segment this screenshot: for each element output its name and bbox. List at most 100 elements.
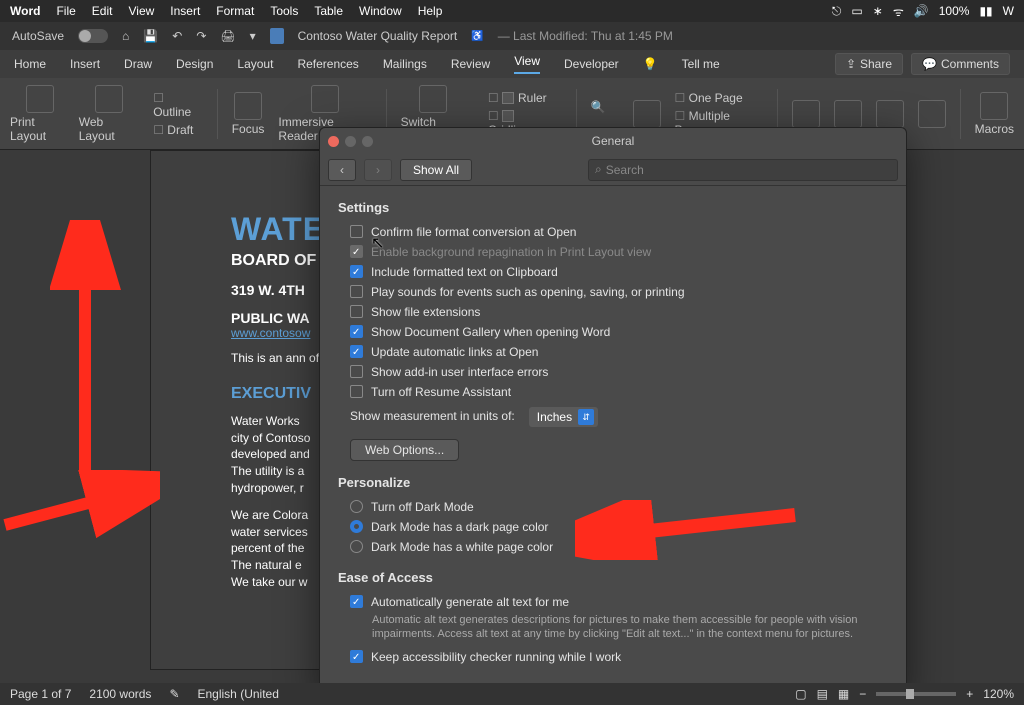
units-select[interactable]: Inches⇵ — [529, 407, 598, 427]
annotation-arrow-right-1 — [0, 470, 160, 540]
window-4-icon[interactable] — [918, 100, 946, 128]
web-options-button[interactable]: Web Options... — [350, 439, 459, 461]
switch-mode-icon[interactable] — [419, 85, 447, 113]
chevron-updown-icon: ⇵ — [578, 409, 594, 425]
comment-icon: 💬 — [922, 57, 937, 71]
ribbon-tabs: Home Insert Draw Design Layout Reference… — [0, 50, 1024, 78]
redo-icon[interactable]: ↷ — [196, 29, 206, 43]
comments-button[interactable]: 💬Comments — [911, 53, 1010, 75]
spellcheck-icon[interactable]: ✎ — [169, 687, 179, 701]
preferences-dialog: General ‹ › Show All ⌕ Search Settings C… — [319, 127, 907, 697]
lightbulb-icon: 💡 — [643, 57, 658, 71]
tab-developer[interactable]: Developer — [564, 57, 619, 71]
search-input[interactable]: ⌕ Search — [588, 159, 898, 181]
battery-pct[interactable]: 100% — [939, 4, 970, 18]
maximize-icon[interactable] — [362, 136, 373, 147]
search-icon: ⌕ — [595, 162, 602, 177]
opt-gallery: Show Document Gallery when opening Word — [350, 323, 888, 341]
view-mode-3-icon[interactable]: ▦ — [838, 687, 849, 701]
opt-repagination: Enable background repagination in Print … — [350, 243, 888, 261]
macros-icon[interactable] — [980, 92, 1008, 120]
tab-home[interactable]: Home — [14, 57, 46, 71]
print-layout-label: Print Layout — [10, 115, 71, 143]
save-icon[interactable]: 💾 — [143, 29, 158, 43]
language[interactable]: English (United — [198, 687, 279, 701]
personalize-heading: Personalize — [338, 475, 888, 490]
opt-links: Update automatic links at Open — [350, 343, 888, 361]
zoom-in-icon[interactable]: + — [966, 687, 973, 701]
view-mode-1-icon[interactable]: ▢ — [795, 687, 806, 701]
close-icon[interactable] — [328, 136, 339, 147]
autosave-toggle[interactable] — [78, 29, 108, 43]
accessibility-icon[interactable]: ♿ — [471, 31, 483, 42]
opt-resume: Turn off Resume Assistant — [350, 383, 888, 401]
tab-draw[interactable]: Draw — [124, 57, 152, 71]
wifi-icon[interactable]: ᯤ — [893, 3, 904, 20]
opt-addin: Show add-in user interface errors — [350, 363, 888, 381]
menu-window[interactable]: Window — [359, 4, 402, 18]
menu-format[interactable]: Format — [216, 4, 254, 18]
dialog-title: General — [592, 134, 635, 148]
window-2-icon[interactable] — [834, 100, 862, 128]
sys-icon[interactable]: ⎋ — [832, 4, 842, 19]
word-count[interactable]: 2100 words — [89, 687, 151, 701]
web-layout-icon[interactable] — [95, 85, 123, 113]
menu-tools[interactable]: Tools — [270, 4, 298, 18]
bluetooth-icon[interactable]: ∗ — [873, 4, 883, 18]
undo-icon[interactable]: ↶ — [172, 29, 182, 43]
show-all-button[interactable]: Show All — [400, 159, 472, 181]
window-1-icon[interactable] — [792, 100, 820, 128]
tab-view[interactable]: View — [514, 54, 540, 74]
zoom-slider[interactable] — [876, 692, 956, 696]
alttext-sub: Automatic alt text generates description… — [372, 613, 888, 642]
outline-button[interactable]: Outline — [153, 91, 203, 119]
autosave-label: AutoSave — [12, 29, 64, 43]
battery-icon[interactable]: ▮▮ — [979, 4, 992, 18]
focus-icon[interactable] — [234, 92, 262, 120]
zoom-value[interactable]: 120% — [983, 687, 1014, 701]
draft-button[interactable]: Draft — [153, 123, 203, 137]
doc-title[interactable]: Contoso Water Quality Report — [298, 29, 458, 43]
print-icon[interactable]: 🖨 — [220, 29, 235, 43]
mac-menubar: Word File Edit View Insert Format Tools … — [0, 0, 1024, 22]
tellme[interactable]: Tell me — [682, 57, 720, 71]
tab-references[interactable]: References — [297, 57, 358, 71]
tab-review[interactable]: Review — [451, 57, 490, 71]
page-indicator[interactable]: Page 1 of 7 — [10, 687, 71, 701]
tab-insert[interactable]: Insert — [70, 57, 100, 71]
menu-file[interactable]: File — [56, 4, 75, 18]
zoom-icon[interactable]: 🔍 — [591, 100, 619, 128]
volume-icon[interactable]: 🔊 — [914, 4, 929, 18]
menu-insert[interactable]: Insert — [170, 4, 200, 18]
opt-clipboard: Include formatted text on Clipboard — [350, 263, 888, 281]
tab-layout[interactable]: Layout — [237, 57, 273, 71]
menubar-extra[interactable]: W — [1003, 4, 1014, 18]
zoom-out-icon[interactable]: − — [859, 687, 866, 701]
app-name[interactable]: Word — [10, 4, 40, 18]
print-layout-icon[interactable] — [26, 85, 54, 113]
forward-button[interactable]: › — [364, 159, 392, 181]
menu-edit[interactable]: Edit — [92, 4, 113, 18]
ruler-check: Ruler — [488, 91, 562, 105]
tab-mailings[interactable]: Mailings — [383, 57, 427, 71]
menu-view[interactable]: View — [128, 4, 154, 18]
radio-dm-white: Dark Mode has a white page color — [350, 538, 888, 556]
menu-help[interactable]: Help — [418, 4, 443, 18]
tab-design[interactable]: Design — [176, 57, 213, 71]
focus-label: Focus — [232, 122, 265, 136]
share-button[interactable]: ⇪Share — [835, 53, 903, 75]
status-bar: Page 1 of 7 2100 words ✎ English (United… — [0, 683, 1024, 705]
home-icon[interactable]: ⌂ — [122, 29, 129, 43]
window-titlebar: AutoSave ⌂ 💾 ↶ ↷ 🖨 ▾ Contoso Water Quali… — [0, 22, 1024, 50]
view-mode-2-icon[interactable]: ▤ — [817, 687, 828, 701]
menu-table[interactable]: Table — [314, 4, 343, 18]
immersive-icon[interactable] — [311, 85, 339, 113]
opt-alttext: Automatically generate alt text for me — [350, 593, 888, 611]
display-icon[interactable]: ▭ — [851, 4, 862, 18]
more-icon[interactable]: ▾ — [250, 29, 256, 43]
window-3-icon[interactable] — [876, 100, 904, 128]
back-button[interactable]: ‹ — [328, 159, 356, 181]
minimize-icon[interactable] — [345, 136, 356, 147]
zoom100-icon[interactable] — [633, 100, 661, 128]
opt-accessibility: Keep accessibility checker running while… — [350, 648, 888, 666]
